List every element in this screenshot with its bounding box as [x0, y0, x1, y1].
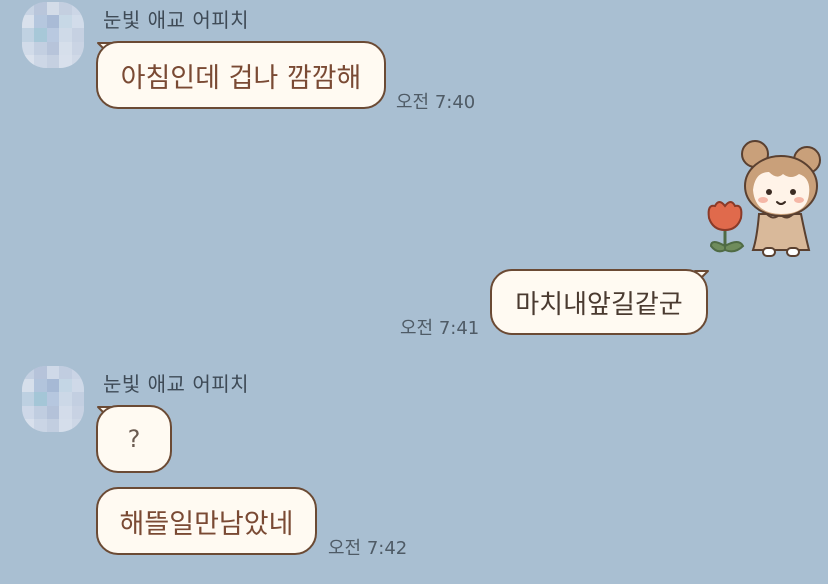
message-text: ? [127, 425, 141, 453]
message-bubble[interactable]: 마치내앞길같군 [490, 269, 708, 335]
message-text: 마치내앞길같군 [515, 289, 683, 320]
message-timestamp: 오전 7:41 [400, 318, 480, 339]
message-bubble[interactable]: 아침인데 겁나 깜깜해 [96, 41, 386, 109]
avatar[interactable] [22, 366, 84, 432]
message-timestamp: 오전 7:42 [328, 538, 408, 559]
message-bubble[interactable]: 해뜰일만남았네 [96, 487, 317, 555]
message-text: 아침인데 겁나 깜깜해 [120, 62, 362, 94]
sender-name: 눈빛 애교 어피치 [103, 8, 250, 32]
sticker-illustration [707, 140, 821, 257]
sender-name: 눈빛 애교 어피치 [103, 372, 250, 396]
message-timestamp: 오전 7:40 [396, 92, 476, 113]
avatar[interactable] [22, 2, 84, 68]
message-text: 해뜰일만남았네 [119, 508, 294, 540]
message-bubble[interactable]: ? [96, 405, 172, 473]
girl-with-tulip-sticker[interactable] [703, 138, 825, 260]
